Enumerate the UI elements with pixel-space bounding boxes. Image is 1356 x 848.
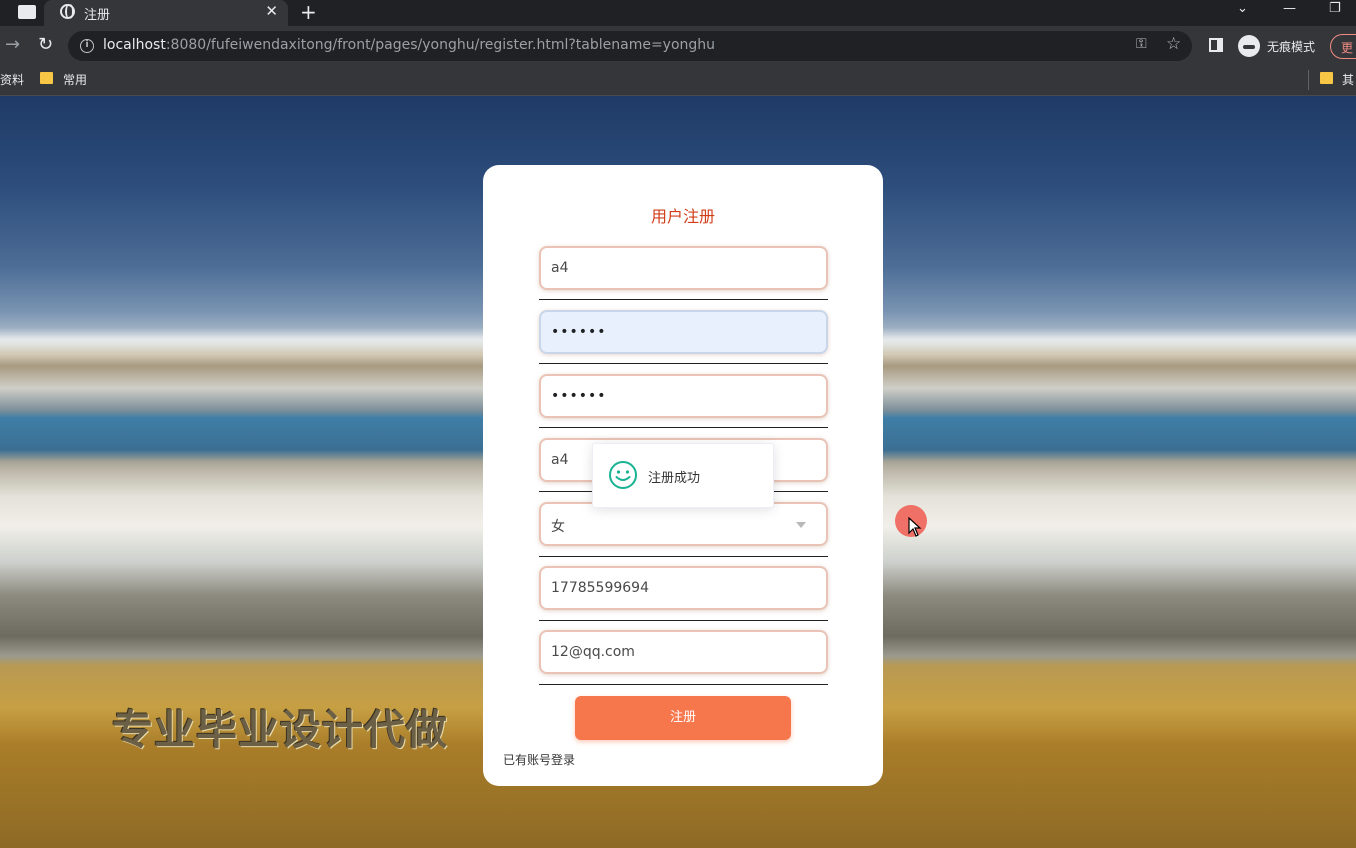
confirm-password-input[interactable]: •••••• — [539, 374, 828, 418]
mouse-cursor-icon — [908, 517, 922, 537]
login-link[interactable]: 已有账号登录 — [503, 751, 575, 768]
success-toast: 注册成功 — [592, 443, 774, 508]
bookmark-common[interactable]: 常用 — [63, 71, 87, 88]
confirm-password-dots: •••••• — [551, 388, 607, 404]
phone-input[interactable]: 17785599694 — [539, 566, 828, 610]
tab-search-icon[interactable] — [18, 5, 36, 19]
bookmark-star-icon[interactable]: ☆ — [1166, 34, 1181, 54]
gender-select[interactable]: 女 — [539, 502, 828, 546]
password-input[interactable]: •••••• — [539, 310, 828, 354]
url-host: localhost — [103, 37, 166, 53]
field-divider — [539, 299, 828, 300]
tab-list-chevron-icon[interactable]: ⌄ — [1237, 1, 1248, 16]
reload-icon[interactable]: ↻ — [38, 34, 53, 56]
update-button[interactable]: 更 — [1330, 34, 1356, 59]
bookmarks-bar: 资料 常用 其 — [0, 66, 1356, 96]
field-divider — [539, 684, 828, 685]
tab-strip: 注册 ✕ + ⌄ — ❐ — [0, 0, 1356, 26]
password-dots: •••••• — [551, 324, 607, 340]
restore-icon[interactable]: ❐ — [1329, 1, 1341, 16]
url-text[interactable]: localhost:8080/fufeiwendaxitong/front/pa… — [103, 37, 715, 53]
address-bar[interactable]: i localhost:8080/fufeiwendaxitong/front/… — [68, 31, 1192, 61]
browser-toolbar: → ↻ i localhost:8080/fufeiwendaxitong/fr… — [0, 26, 1356, 66]
new-tab-icon[interactable]: + — [300, 0, 317, 24]
bookmark-other[interactable]: 其 — [1342, 71, 1354, 88]
tab-title: 注册 — [84, 8, 111, 23]
globe-icon — [60, 4, 75, 19]
forward-icon[interactable]: → — [5, 34, 20, 56]
form-title: 用户注册 — [650, 207, 715, 226]
side-panel-icon[interactable] — [1209, 38, 1223, 52]
active-tab[interactable]: 注册 ✕ — [44, 0, 288, 26]
site-info-icon[interactable]: i — [80, 39, 94, 53]
account-input[interactable]: a4 — [539, 246, 828, 290]
other-bookmarks-folder-icon — [1320, 72, 1333, 84]
bookmark-ziliao[interactable]: 资料 — [0, 71, 24, 88]
email-input[interactable]: 12@qq.com — [539, 630, 828, 674]
incognito-label: 无痕模式 — [1267, 40, 1316, 54]
incognito-icon[interactable] — [1238, 35, 1260, 57]
url-path: :8080/fufeiwendaxitong/front/pages/yongh… — [165, 37, 716, 53]
tab-close-icon[interactable]: ✕ — [265, 2, 278, 20]
bookmarks-divider — [1308, 70, 1309, 90]
gender-value: 女 — [551, 519, 565, 535]
field-divider — [539, 620, 828, 621]
toast-message: 注册成功 — [648, 471, 701, 486]
field-divider — [539, 556, 828, 557]
field-divider — [539, 427, 828, 428]
minimize-icon[interactable]: — — [1283, 1, 1296, 16]
watermark-text: 专业毕业设计代做 — [112, 706, 448, 754]
dropdown-arrow-icon — [796, 522, 806, 528]
key-icon[interactable]: ⚿ — [1136, 36, 1147, 52]
smile-icon — [609, 461, 637, 489]
field-divider — [539, 363, 828, 364]
folder-icon — [40, 72, 53, 84]
register-button[interactable]: 注册 — [575, 696, 791, 740]
